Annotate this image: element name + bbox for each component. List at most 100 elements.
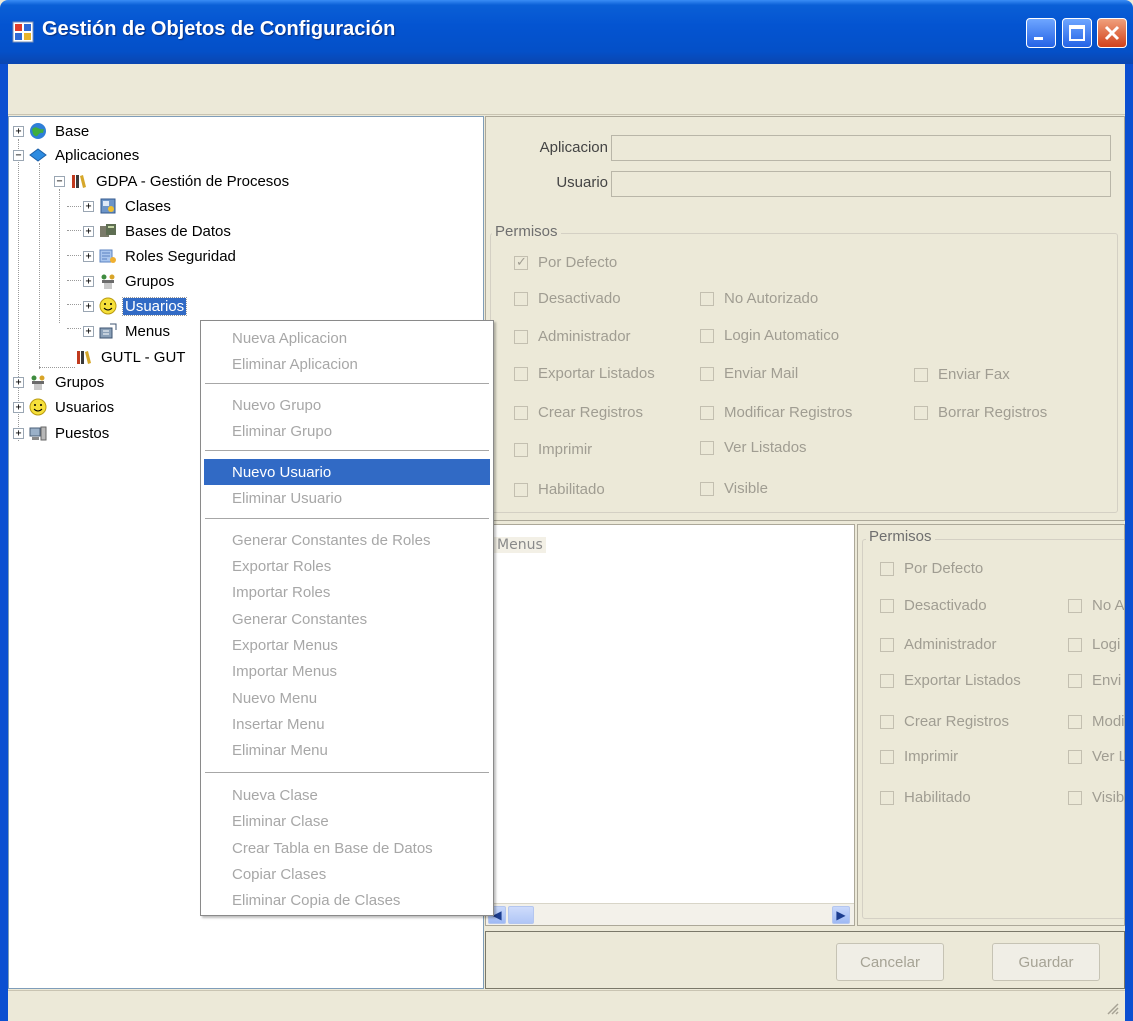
menu-checkbox-imprimir[interactable]: Imprimir [880, 748, 958, 765]
checkbox-box[interactable] [880, 714, 894, 729]
menu-checkbox-visible[interactable]: Visib [1068, 789, 1124, 806]
menu-checkbox-enviar[interactable]: Envi [1068, 672, 1121, 689]
expand-icon[interactable]: + [13, 125, 24, 137]
menu-item-exportar-roles[interactable]: Exportar Roles [204, 553, 490, 579]
tree-node-menus[interactable]: + Menus [83, 319, 172, 343]
cancelar-button[interactable]: Cancelar [836, 943, 944, 981]
tree-node-puestos[interactable]: + Puestos [13, 421, 111, 445]
menu-item-nueva-aplicacion[interactable]: Nueva Aplicacion [204, 325, 490, 351]
menu-checkbox-modificar[interactable]: Modi [1068, 713, 1124, 730]
tree-node-grupos-root[interactable]: + Grupos [13, 370, 106, 394]
resize-grip-icon[interactable] [1105, 1001, 1119, 1015]
checkbox-login-automatico[interactable]: Login Automatico [700, 327, 839, 344]
checkbox-box[interactable] [1068, 598, 1082, 613]
menu-item-generar-constantes-roles[interactable]: Generar Constantes de Roles [204, 527, 490, 553]
tree-node-usuarios-selected[interactable]: + Usuarios [83, 294, 188, 318]
checkbox-box[interactable] [514, 405, 528, 420]
expand-icon[interactable]: + [13, 376, 24, 388]
checkbox-box[interactable] [1068, 673, 1082, 688]
tree-node-clases[interactable]: + Clases [83, 194, 173, 218]
checkbox-box[interactable] [914, 405, 928, 420]
checkbox-box[interactable] [700, 440, 714, 455]
menu-item-eliminar-clase[interactable]: Eliminar Clase [204, 808, 490, 834]
menu-item-generar-constantes[interactable]: Generar Constantes [204, 606, 490, 632]
collapse-icon[interactable]: − [13, 149, 24, 161]
menu-item-eliminar-copia-clases[interactable]: Eliminar Copia de Clases [204, 887, 490, 913]
checkbox-box[interactable] [880, 790, 894, 805]
menu-checkbox-exportar-listados[interactable]: Exportar Listados [880, 672, 1021, 689]
checkbox-box[interactable] [1068, 790, 1082, 805]
menus-tree[interactable]: Menus ◀ ▶ [485, 524, 855, 926]
tree-node-base[interactable]: + Base [13, 119, 91, 143]
checkbox-box[interactable] [1068, 637, 1082, 652]
title-bar[interactable]: Gestión de Objetos de Configuración [0, 0, 1133, 64]
checkbox-modificar-registros[interactable]: Modificar Registros [700, 404, 852, 421]
scroll-thumb[interactable] [508, 906, 534, 924]
guardar-button[interactable]: Guardar [992, 943, 1100, 981]
checkbox-box[interactable] [514, 291, 528, 306]
tree-node-roles-seguridad[interactable]: + Roles Seguridad [83, 244, 238, 268]
checkbox-box[interactable] [880, 749, 894, 764]
checkbox-box[interactable] [1068, 749, 1082, 764]
close-button[interactable] [1097, 18, 1127, 48]
menu-item-copiar-clases[interactable]: Copiar Clases [204, 861, 490, 887]
checkbox-box[interactable] [514, 329, 528, 344]
checkbox-crear-registros[interactable]: Crear Registros [514, 404, 643, 421]
checkbox-borrar-registros[interactable]: Borrar Registros [914, 404, 1047, 421]
aplicacion-field[interactable] [611, 135, 1111, 161]
menu-checkbox-login[interactable]: Logi [1068, 636, 1120, 653]
checkbox-box[interactable] [700, 328, 714, 343]
checkbox-imprimir[interactable]: Imprimir [514, 441, 592, 458]
menu-item-eliminar-usuario[interactable]: Eliminar Usuario [204, 485, 490, 511]
checkbox-box[interactable] [880, 561, 894, 576]
menu-item-eliminar-grupo[interactable]: Eliminar Grupo [204, 418, 490, 444]
checkbox-box[interactable] [880, 598, 894, 613]
menu-item-insertar-menu[interactable]: Insertar Menu [204, 711, 490, 737]
usuario-field[interactable] [611, 171, 1111, 197]
checkbox-desactivado[interactable]: Desactivado [514, 290, 621, 307]
menu-item-exportar-menus[interactable]: Exportar Menus [204, 632, 490, 658]
checkbox-habilitado[interactable]: Habilitado [514, 481, 605, 498]
checkbox-box[interactable] [514, 482, 528, 497]
menu-checkbox-habilitado[interactable]: Habilitado [880, 789, 971, 806]
maximize-button[interactable] [1062, 18, 1092, 48]
menu-item-crear-tabla[interactable]: Crear Tabla en Base de Datos [204, 835, 490, 861]
expand-icon[interactable]: + [83, 325, 94, 337]
checkbox-por-defecto[interactable]: Por Defecto [514, 254, 617, 271]
menu-checkbox-no-autorizado[interactable]: No A [1068, 597, 1124, 614]
checkbox-box[interactable] [700, 405, 714, 420]
checkbox-box[interactable] [700, 366, 714, 381]
menu-checkbox-administrador[interactable]: Administrador [880, 636, 997, 653]
checkbox-administrador[interactable]: Administrador [514, 328, 631, 345]
menu-item-nuevo-grupo[interactable]: Nuevo Grupo [204, 392, 490, 418]
checkbox-enviar-fax[interactable]: Enviar Fax [914, 366, 1010, 383]
expand-icon[interactable]: + [83, 275, 94, 287]
menu-checkbox-crear-registros[interactable]: Crear Registros [880, 713, 1009, 730]
menu-item-nuevo-menu[interactable]: Nuevo Menu [204, 685, 490, 711]
expand-icon[interactable]: + [13, 401, 24, 413]
tree-node-usuarios-root[interactable]: + Usuarios [13, 395, 116, 419]
checkbox-box[interactable] [514, 442, 528, 457]
menu-checkbox-ver-listados[interactable]: Ver L [1068, 748, 1124, 765]
tree-node-gutl[interactable]: GUTL - GUT [75, 345, 187, 369]
tree-node-gdpa[interactable]: − GDPA - Gestión de Procesos [54, 169, 291, 193]
menus-root-node[interactable]: Menus [494, 537, 546, 553]
tree-node-grupos[interactable]: + Grupos [83, 269, 176, 293]
checkbox-box[interactable] [880, 637, 894, 652]
checkbox-visible[interactable]: Visible [700, 480, 768, 497]
minimize-button[interactable] [1026, 18, 1056, 48]
tree-node-bases-de-datos[interactable]: + Bases de Datos [83, 219, 233, 243]
checkbox-enviar-mail[interactable]: Enviar Mail [700, 365, 798, 382]
checkbox-box[interactable] [700, 291, 714, 306]
scroll-right-button[interactable]: ▶ [832, 906, 850, 924]
menu-item-importar-roles[interactable]: Importar Roles [204, 579, 490, 605]
menu-checkbox-por-defecto[interactable]: Por Defecto [880, 560, 983, 577]
expand-icon[interactable]: + [83, 300, 94, 312]
tree-node-aplicaciones[interactable]: − Aplicaciones [13, 143, 141, 167]
menu-item-nuevo-usuario[interactable]: Nuevo Usuario [204, 459, 490, 485]
expand-icon[interactable]: + [13, 427, 24, 439]
collapse-icon[interactable]: − [54, 175, 65, 187]
checkbox-box[interactable] [1068, 714, 1082, 729]
expand-icon[interactable]: + [83, 250, 94, 262]
checkbox-box[interactable] [514, 366, 528, 381]
